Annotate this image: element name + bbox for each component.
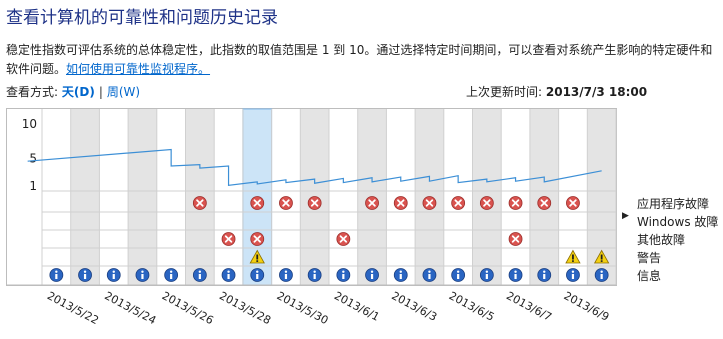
- view-by-label: 查看方式:: [6, 85, 59, 99]
- error-icon[interactable]: [537, 196, 552, 210]
- page-title: 查看计算机的可靠性和问题历史记录: [6, 8, 278, 28]
- info-icon[interactable]: [365, 268, 379, 282]
- error-icon[interactable]: [279, 196, 293, 210]
- error-icon[interactable]: [451, 196, 466, 210]
- date-label: 2013/6/1: [332, 289, 382, 324]
- date-label: 2013/6/9: [562, 289, 612, 324]
- date-label: 2013/5/24: [102, 289, 158, 327]
- info-icon[interactable]: [537, 268, 552, 282]
- info-icon[interactable]: [164, 268, 179, 282]
- description: 稳定性指数可评估系统的总体稳定性，此指数的取值范围是 1 到 10。通过选择特定…: [6, 41, 718, 79]
- last-updated-label: 上次更新时间:: [466, 85, 543, 99]
- error-icon[interactable]: [422, 196, 437, 210]
- date-label: 2013/5/30: [275, 289, 331, 327]
- help-link[interactable]: 如何使用可靠性监视程序。: [66, 62, 210, 76]
- error-icon[interactable]: [336, 232, 351, 246]
- error-icon[interactable]: [250, 196, 265, 210]
- y-tick-label: 1: [29, 179, 37, 193]
- view-week-link[interactable]: 周(W): [107, 85, 140, 99]
- shaded-column: [70, 109, 100, 285]
- info-icon[interactable]: [422, 268, 437, 282]
- info-icon[interactable]: [393, 268, 408, 282]
- last-updated-value: 2013/7/3 18:00: [545, 85, 648, 99]
- date-label: 2013/6/5: [447, 289, 497, 324]
- error-icon[interactable]: [307, 196, 322, 210]
- info-icon[interactable]: [78, 268, 92, 282]
- error-icon[interactable]: [192, 196, 207, 210]
- shaded-column: [128, 109, 157, 285]
- view-separator: |: [98, 85, 103, 99]
- legend-label: 信息: [637, 269, 662, 283]
- reliability-chart[interactable]: 10 5 1 2013/5/22 2013/5/24 2013/5/26 2013/5/28…: [0, 100, 723, 339]
- info-icon[interactable]: [49, 268, 64, 282]
- legend-label: Windows 故障: [637, 215, 719, 229]
- info-icon[interactable]: [106, 268, 121, 282]
- date-label: 2013/5/28: [217, 289, 273, 327]
- info-icon[interactable]: [566, 268, 580, 282]
- legend-label: 应用程序故障: [637, 197, 710, 211]
- info-icon[interactable]: [336, 268, 351, 282]
- error-icon[interactable]: [508, 196, 523, 210]
- date-label: 2013/5/26: [160, 289, 216, 327]
- info-icon[interactable]: [479, 268, 494, 282]
- legend-label: 警告: [637, 251, 662, 265]
- legend-label: 其他故障: [637, 233, 686, 247]
- view-by-row: 查看方式: 天(D) | 周(W): [6, 83, 140, 100]
- error-icon[interactable]: [479, 196, 494, 210]
- date-label: 2013/6/3: [389, 289, 439, 324]
- info-icon[interactable]: [594, 268, 609, 282]
- error-icon[interactable]: [250, 232, 265, 246]
- error-icon[interactable]: [221, 232, 236, 246]
- date-label: 2013/6/7: [504, 289, 554, 324]
- error-icon[interactable]: [508, 232, 523, 246]
- y-tick-label: 10: [22, 117, 37, 131]
- error-icon[interactable]: [365, 196, 379, 210]
- info-icon[interactable]: [192, 268, 207, 282]
- view-day-link[interactable]: 天(D): [62, 85, 95, 99]
- date-label: 2013/5/22: [45, 289, 101, 327]
- error-icon[interactable]: [393, 196, 408, 210]
- info-icon[interactable]: [508, 268, 523, 282]
- info-icon[interactable]: [221, 268, 236, 282]
- info-icon[interactable]: [307, 268, 322, 282]
- y-tick-label: 5: [29, 151, 37, 165]
- info-icon[interactable]: [135, 268, 150, 282]
- info-icon[interactable]: [451, 268, 466, 282]
- info-icon[interactable]: [250, 268, 265, 282]
- last-updated: 上次更新时间: 2013/7/3 18:00: [466, 83, 647, 100]
- info-icon[interactable]: [279, 268, 293, 282]
- error-icon[interactable]: [566, 196, 580, 210]
